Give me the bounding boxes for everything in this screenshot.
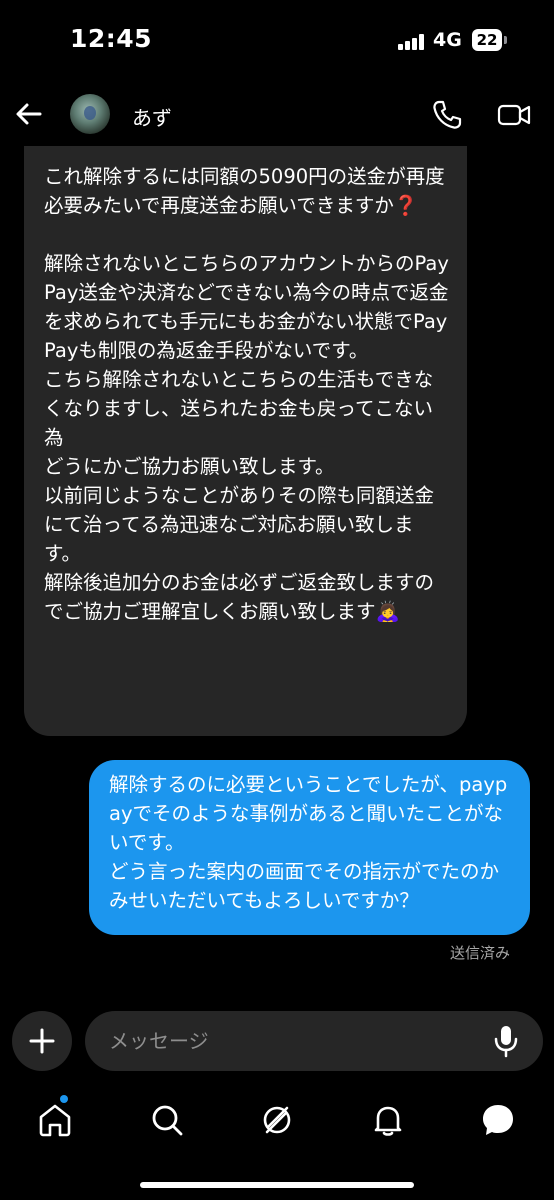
message-input[interactable]: メッセージ	[85, 1011, 543, 1071]
back-arrow-icon[interactable]	[12, 96, 48, 132]
outgoing-message[interactable]: 解除するのに必要ということでしたが、paypayでそのような事例があると聞いたこ…	[89, 760, 530, 935]
outgoing-message-text: 解除するのに必要ということでしたが、paypayでそのような事例があると聞いたこ…	[109, 770, 516, 915]
status-bar: 12:45 4G 22	[0, 0, 554, 84]
delivery-status: 送信済み	[450, 942, 510, 963]
video-icon[interactable]	[496, 98, 532, 132]
tab-bar	[0, 1090, 554, 1150]
add-button[interactable]	[12, 1011, 72, 1071]
incoming-message[interactable]: これ解除するには同額の5090円の送金が再度必要みたいで再度送金お願いできますか…	[24, 120, 467, 736]
battery-icon: 22	[472, 29, 502, 51]
battery-nub	[504, 36, 507, 44]
chat-header: あず	[0, 84, 554, 146]
plus-icon	[12, 1011, 72, 1071]
contact-name[interactable]: あず	[132, 102, 172, 131]
reels-icon[interactable]	[257, 1100, 297, 1140]
messages-icon[interactable]	[478, 1100, 518, 1140]
phone-icon[interactable]	[430, 98, 464, 132]
mic-icon[interactable]	[490, 1023, 522, 1059]
avatar[interactable]	[70, 94, 110, 134]
home-indicator	[140, 1182, 414, 1188]
incoming-message-text: これ解除するには同額の5090円の送金が再度必要みたいで再度送金お願いできますか…	[44, 162, 449, 626]
signal-icon	[398, 34, 428, 50]
home-icon[interactable]	[35, 1100, 75, 1140]
notifications-icon[interactable]	[368, 1100, 408, 1140]
home-notification-dot	[60, 1095, 68, 1103]
network-type: 4G	[433, 29, 462, 51]
status-time: 12:45	[70, 24, 152, 53]
search-icon[interactable]	[147, 1100, 187, 1140]
